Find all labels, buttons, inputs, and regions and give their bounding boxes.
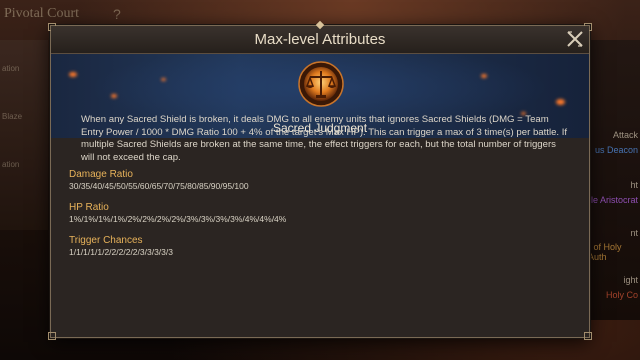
corner-ornament: [48, 332, 56, 340]
ember-decoration: [556, 99, 565, 105]
background-left-panel: ation Blaze ation: [0, 40, 48, 230]
ember-decoration: [481, 74, 487, 78]
skill-description: When any Sacred Shield is broken, it dea…: [81, 114, 568, 163]
ember-decoration: [111, 94, 117, 98]
ember-decoration: [161, 78, 166, 81]
dialog-header: Max-level Attributes: [51, 20, 589, 54]
background-left-label: ation: [2, 160, 20, 169]
background-right-label: us Deacon: [594, 145, 638, 155]
background-left-label: ation: [2, 64, 20, 73]
ember-decoration: [69, 72, 77, 77]
max-level-attributes-dialog: Max-level Attributes Sacred Judgment Whe…: [48, 20, 592, 340]
background-right-label: nt: [630, 228, 638, 238]
background-right-label: le Aristocrat: [590, 195, 638, 205]
corner-ornament: [584, 332, 592, 340]
background-right-label: ight: [623, 275, 638, 285]
hp-ratio-value: 1%/1%/1%/1%/2%/2%/2%/2%/3%/3%/3%/3%/4%/4…: [69, 214, 287, 224]
help-icon[interactable]: ?: [113, 6, 121, 22]
trigger-chances-value: 1/1/1/1/1/2/2/2/2/2/3/3/3/3/3: [69, 247, 173, 257]
background-right-label: Attack: [612, 130, 638, 140]
background-right-label: r of Holy Auth: [588, 242, 622, 262]
background-page-title: Pivotal Court: [4, 6, 80, 21]
damage-ratio-value: 30/35/40/45/50/55/60/65/70/75/80/85/90/9…: [69, 181, 249, 191]
background-right-label: ht: [630, 180, 638, 190]
close-icon[interactable]: [565, 29, 585, 49]
damage-ratio-label: Damage Ratio: [69, 169, 133, 180]
dialog-title: Max-level Attributes: [254, 31, 386, 48]
scales-of-justice-icon: [298, 61, 344, 107]
close-x-icon: [567, 31, 583, 47]
background-left-label: Blaze: [2, 112, 23, 121]
background-right-panel: Attack us Deacon ht le Aristocrat nt r o…: [588, 40, 640, 320]
hp-ratio-label: HP Ratio: [69, 202, 109, 213]
background-right-label: Holy Co: [605, 290, 638, 300]
trigger-chances-label: Trigger Chances: [69, 235, 143, 246]
